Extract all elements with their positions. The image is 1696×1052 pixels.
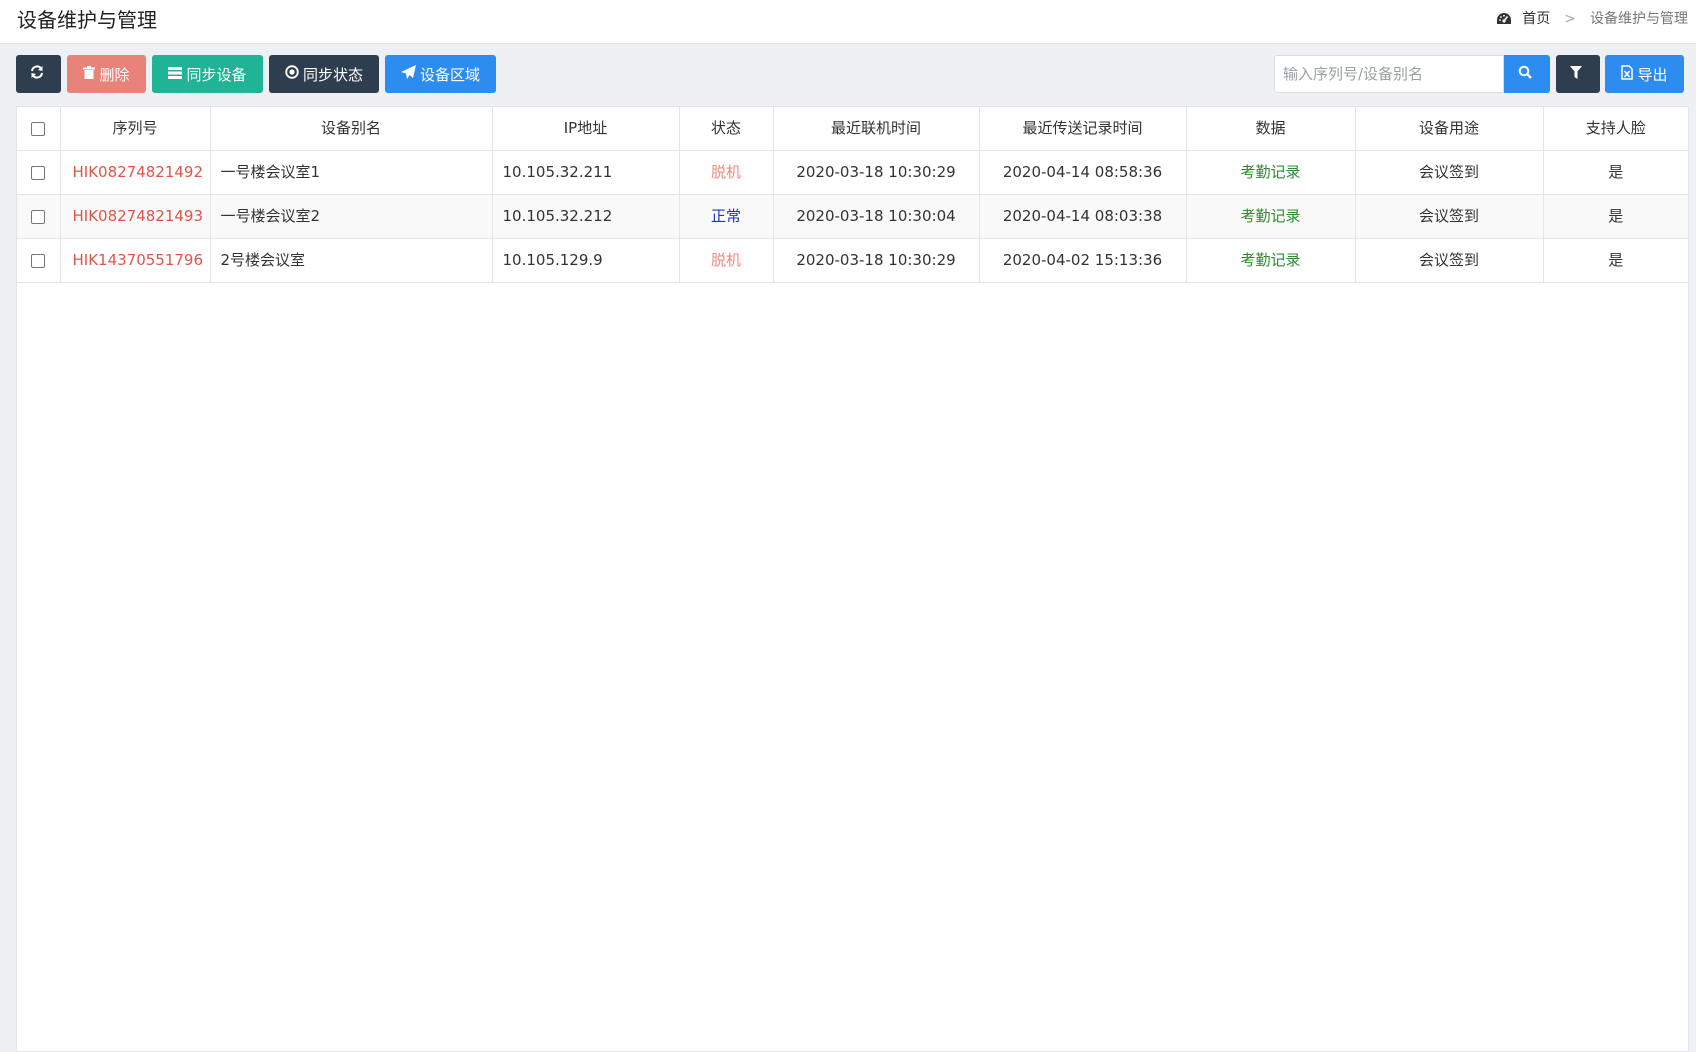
breadcrumb-separator: > [1564,11,1576,27]
row-select-cell [17,194,61,239]
last-online-cell: 2020-03-18 10:30:29 [773,238,980,283]
purpose-cell: 会议签到 [1355,194,1544,239]
last-transfer-cell: 2020-04-14 08:03:38 [979,194,1187,239]
attendance-records-link[interactable]: 考勤记录 [1186,238,1356,283]
serial-cell[interactable]: HIK08274821493 [60,194,211,239]
device-area-button[interactable]: 设备区域 [385,55,496,93]
device-table-panel: 序列号 设备别名 IP地址 状态 最近联机时间 最近传送记录时间 数据 设备用途… [16,106,1689,1052]
purpose-cell: 会议签到 [1355,238,1544,283]
face-support-cell: 是 [1543,194,1688,239]
attendance-records-link[interactable]: 考勤记录 [1186,150,1356,195]
toolbar: 删除 同步设备 同步状态 设备区域 输入序列号/设备别名 导出 [16,55,1684,93]
trash-icon [83,65,99,83]
last-transfer-cell: 2020-04-02 15:13:36 [979,238,1187,283]
status-cell: 脱机 [679,150,774,195]
last-online-cell: 2020-03-18 10:30:29 [773,150,980,195]
refresh-icon [30,65,48,83]
sync-status-label: 同步状态 [302,65,363,84]
file-excel-icon [1621,64,1637,84]
row-select-cell [17,150,61,195]
status-cell: 正常 [679,194,774,239]
export-button[interactable]: 导出 [1605,55,1684,93]
face-support-cell: 是 [1543,150,1688,195]
search-icon [1518,65,1536,83]
column-header-ip[interactable]: IP地址 [492,107,680,151]
column-header-data[interactable]: 数据 [1186,107,1356,151]
table-row[interactable]: HIK14370551796 2号楼会议室 10.105.129.9 脱机 20… [17,238,1688,283]
delete-button[interactable]: 删除 [67,55,146,93]
search-button[interactable] [1504,55,1550,93]
device-area-label: 设备区域 [419,65,480,84]
row-checkbox[interactable] [31,209,46,224]
sync-status-button[interactable]: 同步状态 [269,55,379,93]
sync-devices-label: 同步设备 [186,65,247,84]
serial-cell[interactable]: HIK08274821492 [60,150,211,195]
ip-cell: 10.105.129.9 [492,238,680,283]
serial-cell[interactable]: HIK14370551796 [60,238,211,283]
export-label: 导出 [1637,65,1668,84]
alias-cell: 一号楼会议室2 [210,194,493,239]
device-table: 序列号 设备别名 IP地址 状态 最近联机时间 最近传送记录时间 数据 设备用途… [17,107,1688,283]
select-all-checkbox[interactable] [31,121,46,136]
purpose-cell: 会议签到 [1355,150,1544,195]
column-header-alias[interactable]: 设备别名 [210,107,493,151]
filter-button[interactable] [1556,55,1600,93]
table-row[interactable]: HIK08274821493 一号楼会议室2 10.105.32.212 正常 … [17,194,1688,239]
ip-cell: 10.105.32.212 [492,194,680,239]
top-bar: 设备维护与管理 首页 > 设备维护与管理 [0,0,1696,44]
column-header-last-online[interactable]: 最近联机时间 [773,107,980,151]
attendance-records-link[interactable]: 考勤记录 [1186,194,1356,239]
column-header-serial[interactable]: 序列号 [60,107,211,151]
column-header-face[interactable]: 支持人脸 [1543,107,1688,151]
server-icon [168,65,186,83]
status-cell: 脱机 [679,238,774,283]
row-checkbox[interactable] [31,165,46,180]
refresh-button[interactable] [16,55,61,93]
table-header-row: 序列号 设备别名 IP地址 状态 最近联机时间 最近传送记录时间 数据 设备用途… [17,107,1688,151]
page-title: 设备维护与管理 [17,8,157,32]
sync-devices-button[interactable]: 同步设备 [152,55,263,93]
row-select-cell [17,238,61,283]
ip-cell: 10.105.32.211 [492,150,680,195]
column-header-purpose[interactable]: 设备用途 [1355,107,1544,151]
alias-cell: 一号楼会议室1 [210,150,493,195]
breadcrumb-home-link[interactable]: 首页 [1522,9,1550,29]
table-row[interactable]: HIK08274821492 一号楼会议室1 10.105.32.211 脱机 … [17,150,1688,195]
alias-cell: 2号楼会议室 [210,238,493,283]
filter-icon [1570,65,1586,83]
breadcrumb: 首页 > 设备维护与管理 [1496,9,1688,29]
dot-circle-icon [285,65,303,83]
column-header-status[interactable]: 状态 [679,107,774,151]
dashboard-icon [1496,12,1512,26]
search-input[interactable] [1274,55,1504,93]
last-transfer-cell: 2020-04-14 08:58:36 [979,150,1187,195]
breadcrumb-current: 设备维护与管理 [1590,11,1688,27]
column-header-last-transfer[interactable]: 最近传送记录时间 [979,107,1187,151]
select-all-cell [17,107,61,151]
last-online-cell: 2020-03-18 10:30:04 [773,194,980,239]
paper-plane-icon [400,65,420,83]
face-support-cell: 是 [1543,238,1688,283]
delete-button-label: 删除 [99,65,130,84]
row-checkbox[interactable] [31,253,46,268]
